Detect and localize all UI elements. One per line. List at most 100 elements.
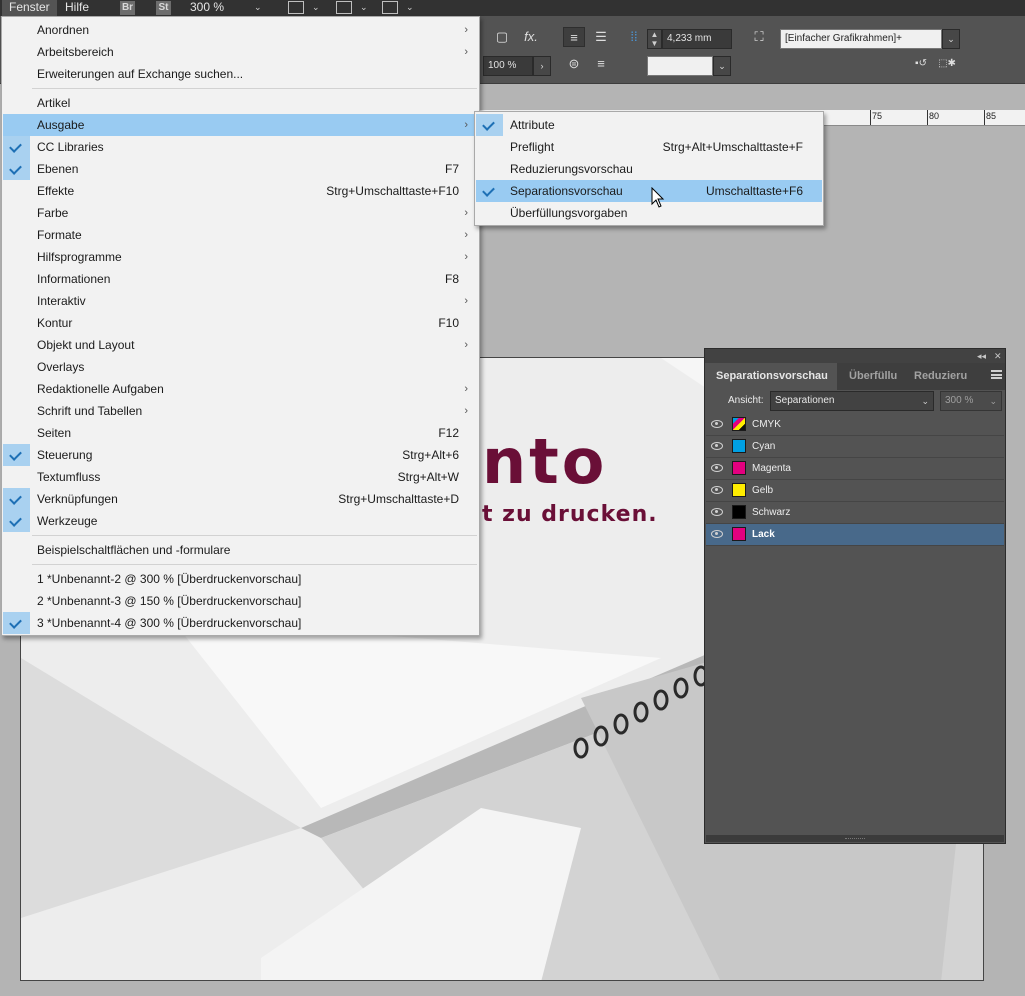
object-style-dropdown-icon[interactable]: ⌄ (942, 29, 960, 49)
menu-item-label: Artikel (37, 96, 71, 110)
menu-item-schrift-und-tabellen[interactable]: Schrift und Tabellen › (3, 400, 478, 422)
separation-name: Schwarz (752, 507, 791, 518)
menu-fenster[interactable]: Fenster (2, 0, 57, 16)
menu-item-werkzeuge[interactable]: Werkzeuge (3, 510, 478, 532)
menu-item-arbeitsbereich[interactable]: Arbeitsbereich › (3, 41, 478, 63)
menu-item-hilfsprogramme[interactable]: Hilfsprogramme › (3, 246, 478, 268)
arrange-dropdown-icon[interactable]: ⌄ (406, 0, 414, 15)
stroke-type-field[interactable] (647, 56, 713, 76)
panel-menu-icon[interactable] (991, 370, 1002, 379)
bridge-badge[interactable]: Br (120, 1, 135, 15)
stroke-weight-field[interactable]: 4,233 mm (662, 29, 732, 49)
object-style-icon[interactable]: ⛶ (748, 27, 770, 47)
zoom-dropdown-icon[interactable]: ⌄ (254, 0, 262, 15)
menu-item-textumfluss[interactable]: Textumfluss Strg+Alt+W (3, 466, 478, 488)
menu-item-ausgabe[interactable]: Ausgabe › (3, 114, 478, 136)
menu-item-formate[interactable]: Formate › (3, 224, 478, 246)
distribute-icon[interactable]: ⊜ (563, 54, 585, 74)
separation-row-schwarz[interactable]: Schwarz (706, 502, 1004, 524)
checkmark-icon (3, 136, 30, 158)
effects-button[interactable]: fx. (520, 27, 542, 47)
menu-item-label: Arbeitsbereich (37, 45, 114, 59)
separation-row-lack[interactable]: Lack (706, 524, 1004, 546)
clear-style-icon[interactable]: ⬚✱ (936, 54, 958, 74)
menu-item-seiten[interactable]: Seiten F12 (3, 422, 478, 444)
color-swatch (732, 505, 746, 519)
submenu-item-label: Attribute (510, 118, 555, 132)
eye-icon[interactable] (711, 508, 723, 516)
tab-separationsvorschau[interactable]: Separationsvorschau (705, 363, 837, 390)
separation-row-gelb[interactable]: Gelb (706, 480, 1004, 502)
menu-item-label: Ausgabe (37, 118, 85, 132)
object-style-field[interactable]: [Einfacher Grafikrahmen]+ (780, 29, 942, 49)
brand-logo-text: nto (482, 425, 608, 498)
view-options-dropdown-icon[interactable]: ⌄ (312, 0, 320, 15)
scale-next-icon[interactable]: › (533, 56, 551, 76)
arrange-documents-icon[interactable] (382, 1, 398, 14)
menu-separator (32, 88, 477, 89)
menu-item-verknüpfungen[interactable]: Verknüpfungen Strg+Umschalttaste+D (3, 488, 478, 510)
stroke-stepper[interactable]: ▲ ▼ (647, 29, 662, 49)
separation-row-cmyk[interactable]: CMYK (706, 414, 1004, 436)
eye-icon[interactable] (711, 486, 723, 494)
collapse-panel-icon[interactable]: ◂◂ (977, 349, 986, 363)
clear-overrides-icon[interactable]: ▪↺ (910, 54, 932, 74)
menu-item-erweiterungen-auf-exchange-suc[interactable]: Erweiterungen auf Exchange suchen... (3, 63, 478, 85)
menu-item-objekt-und-layout[interactable]: Objekt und Layout › (3, 334, 478, 356)
menu-item-steuerung[interactable]: Steuerung Strg+Alt+6 (3, 444, 478, 466)
submenu-item-attribute[interactable]: Attribute (476, 114, 822, 136)
eye-icon[interactable] (711, 530, 723, 538)
align-top-icon[interactable]: ≡ (563, 27, 585, 47)
menu-item-effekte[interactable]: Effekte Strg+Umschalttaste+F10 (3, 180, 478, 202)
view-select[interactable]: Separationen ⌄ (770, 391, 934, 411)
menu-item-label: Kontur (37, 316, 73, 330)
tab-ueberfuellung[interactable]: Überfüllu (838, 363, 904, 390)
align-bottom-icon[interactable]: ≡ (590, 54, 612, 74)
screen-mode-icon[interactable] (336, 1, 352, 14)
menu-item-ebenen[interactable]: Ebenen F7 (3, 158, 478, 180)
opacity-zoom-select[interactable]: 300 % ⌄ (940, 391, 1002, 411)
separation-row-cyan[interactable]: Cyan (706, 436, 1004, 458)
menu-item-1-unbenannt-2-300-überdruckenv[interactable]: 1 *Unbenannt-2 @ 300 % [Überdruckenvorsc… (3, 568, 478, 590)
close-panel-icon[interactable]: ✕ (994, 349, 1002, 363)
menu-item-label: 1 *Unbenannt-2 @ 300 % [Überdruckenvorsc… (37, 572, 302, 586)
chevron-right-icon: › (464, 229, 468, 241)
menu-item-anordnen[interactable]: Anordnen › (3, 19, 478, 41)
menu-item-cc-libraries[interactable]: CC Libraries (3, 136, 478, 158)
menu-item-redaktionelle-aufgaben[interactable]: Redaktionelle Aufgaben › (3, 378, 478, 400)
menu-item-farbe[interactable]: Farbe › (3, 202, 478, 224)
frame-icon[interactable]: ▢ (491, 27, 513, 47)
eye-icon[interactable] (711, 464, 723, 472)
align-center-icon[interactable]: ☰ (590, 27, 612, 47)
view-options-icon[interactable] (288, 1, 304, 14)
stroke-type-dropdown-icon[interactable]: ⌄ (713, 56, 731, 76)
panel-titlebar[interactable]: ◂◂ ✕ (705, 349, 1005, 363)
submenu-item-label: Überfüllungsvorgaben (510, 206, 628, 220)
menu-item-3-unbenannt-4-300-überdruckenv[interactable]: 3 *Unbenannt-4 @ 300 % [Überdruckenvorsc… (3, 612, 478, 634)
menu-item-artikel[interactable]: Artikel (3, 92, 478, 114)
eye-icon[interactable] (711, 420, 723, 428)
menu-item-overlays[interactable]: Overlays (3, 356, 478, 378)
menu-item-beispielschaltflächen-und-form[interactable]: Beispielschaltflächen und -formulare (3, 539, 478, 561)
submenu-item-preflight[interactable]: Preflight Strg+Alt+Umschalttaste+F (476, 136, 822, 158)
menu-item-kontur[interactable]: Kontur F10 (3, 312, 478, 334)
menu-item-interaktiv[interactable]: Interaktiv › (3, 290, 478, 312)
separation-row-magenta[interactable]: Magenta (706, 458, 1004, 480)
stock-badge[interactable]: St (156, 1, 171, 15)
submenu-item-überfüllungsvorgaben[interactable]: Überfüllungsvorgaben (476, 202, 822, 224)
resize-grip-icon[interactable] (845, 838, 865, 841)
submenu-item-reduzierungsvorschau[interactable]: Reduzierungsvorschau (476, 158, 822, 180)
menu-item-label: Objekt und Layout (37, 338, 135, 352)
menu-item-label: Farbe (37, 206, 69, 220)
menu-item-informationen[interactable]: Informationen F8 (3, 268, 478, 290)
tab-reduzierung[interactable]: Reduzieru (903, 363, 975, 390)
zoom-level[interactable]: 300 % (190, 0, 224, 15)
menu-item-2-unbenannt-3-150-überdruckenv[interactable]: 2 *Unbenannt-3 @ 150 % [Überdruckenvorsc… (3, 590, 478, 612)
menu-hilfe[interactable]: Hilfe (58, 0, 96, 16)
screen-mode-dropdown-icon[interactable]: ⌄ (360, 0, 368, 15)
menu-item-label: Werkzeuge (37, 514, 98, 528)
color-swatch (732, 527, 746, 541)
submenu-item-separationsvorschau[interactable]: Separationsvorschau Umschalttaste+F6 (476, 180, 822, 202)
eye-icon[interactable] (711, 442, 723, 450)
scale-field[interactable]: 100 % (483, 56, 533, 76)
